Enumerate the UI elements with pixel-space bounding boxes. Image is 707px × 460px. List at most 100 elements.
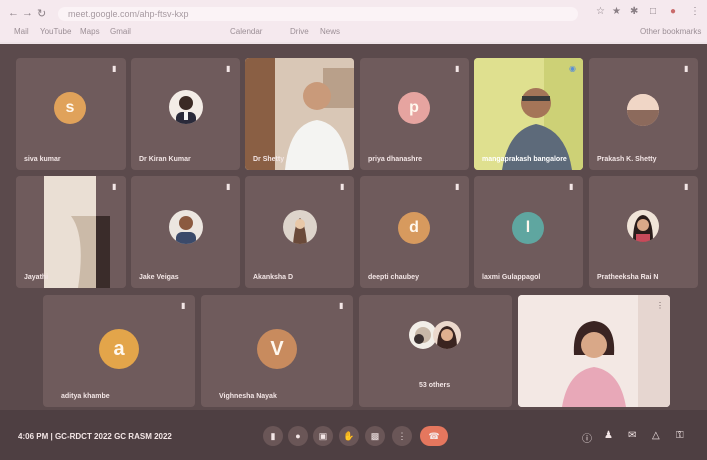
participant-tile[interactable]: ▮ Dr Kiran Kumar <box>131 58 240 170</box>
mic-off-icon: ▮ <box>112 182 117 191</box>
participant-name: Prakash K. Shetty <box>597 156 657 163</box>
bookmark-calendar[interactable]: Calendar <box>230 27 262 36</box>
person-photo-icon <box>633 215 653 242</box>
camera-icon: ● <box>295 431 301 441</box>
meeting-title: GC-RDCT 2022 GC RASM 2022 <box>54 432 172 441</box>
participant-video[interactable]: ▮ Jayathi <box>16 176 126 288</box>
captions-icon: ▣ <box>318 430 328 441</box>
person-photo-icon <box>176 96 196 124</box>
bookmark-youtube[interactable]: YouTube <box>40 27 71 36</box>
sidebar-icon[interactable]: □ <box>650 6 656 17</box>
participant-name: Jake Veigas <box>139 274 179 281</box>
forward-icon[interactable]: → <box>22 7 33 19</box>
participant-tile[interactable]: ▮ Pratheeksha Rai N <box>589 176 698 288</box>
avatar <box>627 94 659 126</box>
participant-name: Pratheeksha Rai N <box>597 274 659 281</box>
participant-name: deepti chaubey <box>368 274 419 281</box>
participant-tile[interactable]: V ▮ Vighnesha Nayak <box>201 295 353 407</box>
more-options-icon[interactable]: ⋮ <box>656 301 664 310</box>
avatar: s <box>54 92 86 124</box>
video-feed <box>474 58 583 170</box>
more-options-button[interactable]: ⋮ <box>392 426 412 446</box>
mic-off-icon: ▮ <box>339 301 344 310</box>
participant-video[interactable]: Dr Shetty <box>245 58 354 170</box>
camera-button[interactable]: ● <box>288 426 308 446</box>
meeting-info: 4:06 PM | GC-RDCT 2022 GC RASM 2022 <box>18 432 172 441</box>
host-controls-icon[interactable]: ⚿ <box>676 430 684 441</box>
participant-name: laxmi Gulappagol <box>482 274 541 281</box>
separator: | <box>50 432 53 441</box>
mic-off-icon: ▮ <box>684 64 689 73</box>
people-icon[interactable]: ♟ <box>604 430 613 441</box>
avatar: a <box>99 329 139 369</box>
menu-icon[interactable]: ⋮ <box>690 6 700 17</box>
participant-name: mangaprakash bangalore <box>482 156 567 163</box>
share-icon[interactable]: ☆ <box>596 6 605 17</box>
more-icon: ⋮ <box>397 430 407 441</box>
avatar: V <box>257 329 297 369</box>
participant-name: Dr Shetty <box>253 156 285 163</box>
participant-tile[interactable]: ▮ Akanksha D <box>245 176 354 288</box>
participant-video[interactable]: ◉ mangaprakash bangalore <box>474 58 583 170</box>
participant-tile[interactable]: ▮ Jake Veigas <box>131 176 240 288</box>
person-photo-icon <box>627 94 659 126</box>
mic-off-icon: ▮ <box>112 64 117 73</box>
mic-off-icon: ▮ <box>455 182 460 191</box>
captions-button[interactable]: ▣ <box>313 426 333 446</box>
participant-name: Vighnesha Nayak <box>219 393 277 400</box>
participant-name: priya dhanashre <box>368 156 423 163</box>
person-photo-icon <box>293 218 307 244</box>
person-photo-icon <box>437 326 457 349</box>
mic-off-icon: ▮ <box>226 64 231 73</box>
present-button[interactable]: ▩ <box>365 426 385 446</box>
mic-off-icon: ▮ <box>569 182 574 191</box>
participant-name: Jayathi <box>24 274 49 281</box>
participant-name: siva kumar <box>24 156 61 163</box>
meeting-time: 4:06 PM <box>18 432 49 441</box>
video-feed <box>518 295 670 407</box>
mic-button[interactable]: ▮ <box>263 426 283 446</box>
avatar <box>169 90 203 124</box>
participant-tile[interactable]: l ▮ laxmi Gulappagol <box>474 176 583 288</box>
person-photo-icon <box>176 216 196 244</box>
back-icon[interactable]: ← <box>8 7 19 19</box>
avatar <box>433 321 461 349</box>
extension-icon[interactable]: ★ <box>612 6 621 17</box>
present-icon: ▩ <box>370 430 380 441</box>
others-tile[interactable]: 53 others <box>359 295 512 407</box>
activities-icon[interactable]: △ <box>652 430 660 441</box>
mic-off-icon: ▮ <box>340 182 345 191</box>
avatar: p <box>398 92 430 124</box>
bookmark-drive[interactable]: Drive <box>290 27 309 36</box>
speaking-icon: ◉ <box>569 64 576 73</box>
reload-icon[interactable]: ↻ <box>37 7 46 20</box>
other-bookmarks[interactable]: Other bookmarks <box>640 27 701 36</box>
address-bar[interactable]: meet.google.com/ahp-ftsv-kxp <box>58 7 578 21</box>
profile-icon[interactable]: ● <box>670 6 676 17</box>
participant-tile[interactable]: a ▮ aditya khambe <box>43 295 195 407</box>
bookmark-gmail[interactable]: Gmail <box>110 27 131 36</box>
video-feed <box>245 58 354 170</box>
hand-icon: ✋ <box>343 430 355 441</box>
raise-hand-button[interactable]: ✋ <box>339 426 359 446</box>
bookmark-mail[interactable]: Mail <box>14 27 29 36</box>
self-view[interactable]: ⋮ <box>518 295 670 407</box>
bookmarks-bar: Mail YouTube Maps Gmail Calendar Drive N… <box>0 25 707 40</box>
leave-call-button[interactable]: ☎ <box>420 426 448 446</box>
participant-tile[interactable]: ▮ Prakash K. Shetty <box>589 58 698 170</box>
puzzle-icon[interactable]: ✱ <box>630 6 638 17</box>
bookmark-news[interactable]: News <box>320 27 340 36</box>
chat-icon[interactable]: ✉ <box>628 430 636 441</box>
participant-tile[interactable]: s ▮ siva kumar <box>16 58 126 170</box>
mic-off-icon: ▮ <box>181 301 186 310</box>
bookmark-maps[interactable]: Maps <box>80 27 100 36</box>
avatar <box>627 210 659 242</box>
info-icon[interactable]: ⓘ <box>582 430 592 445</box>
participant-tile[interactable]: d ▮ deepti chaubey <box>360 176 469 288</box>
mic-off-icon: ▮ <box>455 64 460 73</box>
meeting-controls-bar: 4:06 PM | GC-RDCT 2022 GC RASM 2022 ▮ ● … <box>0 410 707 460</box>
participant-name: Akanksha D <box>253 274 294 281</box>
participant-tile[interactable]: p ▮ priya dhanashre <box>360 58 469 170</box>
participant-name: Dr Kiran Kumar <box>139 156 191 163</box>
avatar: d <box>398 212 430 244</box>
